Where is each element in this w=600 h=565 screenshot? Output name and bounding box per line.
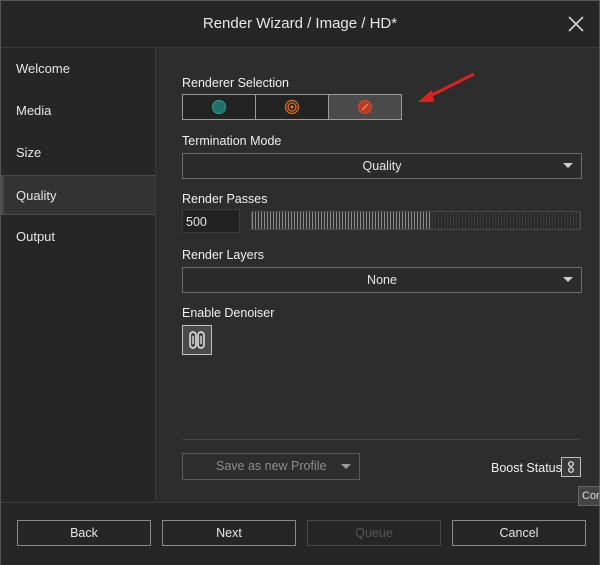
renderer-selection-label: Renderer Selection <box>182 76 290 90</box>
enable-denoiser-label: Enable Denoiser <box>182 306 275 320</box>
boost-status-label: Boost Status <box>491 461 562 475</box>
chevron-down-icon <box>341 464 351 469</box>
render-layers-label: Render Layers <box>182 248 264 262</box>
sidebar-item-label: Output <box>16 229 56 244</box>
divider <box>182 439 580 440</box>
queue-button[interactable]: Queue <box>307 520 441 546</box>
renderer-option-2[interactable] <box>256 95 329 119</box>
sidebar-item-size[interactable]: Size <box>1 133 155 173</box>
boost-icon <box>568 461 574 473</box>
circle-icon <box>212 100 226 114</box>
denoiser-toggle[interactable] <box>182 325 212 355</box>
cancel-button[interactable]: Cancel <box>452 520 586 546</box>
annotation-arrow-icon <box>418 72 475 102</box>
next-button[interactable]: Next <box>162 520 296 546</box>
renderer-option-3[interactable] <box>329 95 401 119</box>
wizard-sidebar: Welcome Media Size Quality Output <box>1 48 156 501</box>
chevron-down-icon <box>563 163 573 168</box>
render-wizard-window: Render Wizard / Image / HD* Welcome Medi… <box>0 0 600 565</box>
sidebar-item-welcome[interactable]: Welcome <box>1 49 155 89</box>
quality-panel: Renderer Selection Termination Mode Qual… <box>156 48 599 501</box>
render-passes-slider[interactable] <box>251 211 581 230</box>
sidebar-item-label: Size <box>16 145 42 160</box>
window-title: Render Wizard / Image / HD* <box>202 15 398 32</box>
back-button[interactable]: Back <box>17 520 151 546</box>
sidebar-item-label: Welcome <box>16 61 70 76</box>
denoiser-icon <box>189 331 205 349</box>
render-passes-label: Render Passes <box>182 192 268 206</box>
chevron-down-icon <box>563 277 573 282</box>
save-profile-label: Save as new Profile <box>216 459 327 473</box>
render-passes-input[interactable]: 500 <box>182 209 240 233</box>
slashed-circle-icon <box>358 100 372 114</box>
concentric-circles-icon <box>284 99 300 115</box>
wizard-footer: Back Next Queue Cancel <box>1 502 599 565</box>
renderer-option-1[interactable] <box>183 95 256 119</box>
termination-mode-value: Quality <box>362 159 402 173</box>
render-passes-slider-fill <box>252 212 433 229</box>
sidebar-item-quality[interactable]: Quality <box>1 175 155 215</box>
sidebar-item-label: Quality <box>16 188 57 203</box>
sidebar-item-media[interactable]: Media <box>1 91 155 131</box>
termination-mode-dropdown[interactable]: Quality <box>182 153 582 179</box>
close-icon[interactable] <box>567 15 585 33</box>
sidebar-item-output[interactable]: Output <box>1 217 155 257</box>
termination-mode-label: Termination Mode <box>182 134 282 148</box>
render-layers-value: None <box>367 273 397 287</box>
tooltip: Cor <box>578 486 600 506</box>
sidebar-item-label: Media <box>16 103 52 118</box>
boost-status-button[interactable] <box>561 457 581 477</box>
render-layers-dropdown[interactable]: None <box>182 267 582 293</box>
renderer-selector <box>182 94 402 120</box>
title-bar: Render Wizard / Image / HD* <box>1 1 599 48</box>
save-as-new-profile-button[interactable]: Save as new Profile <box>182 453 360 480</box>
